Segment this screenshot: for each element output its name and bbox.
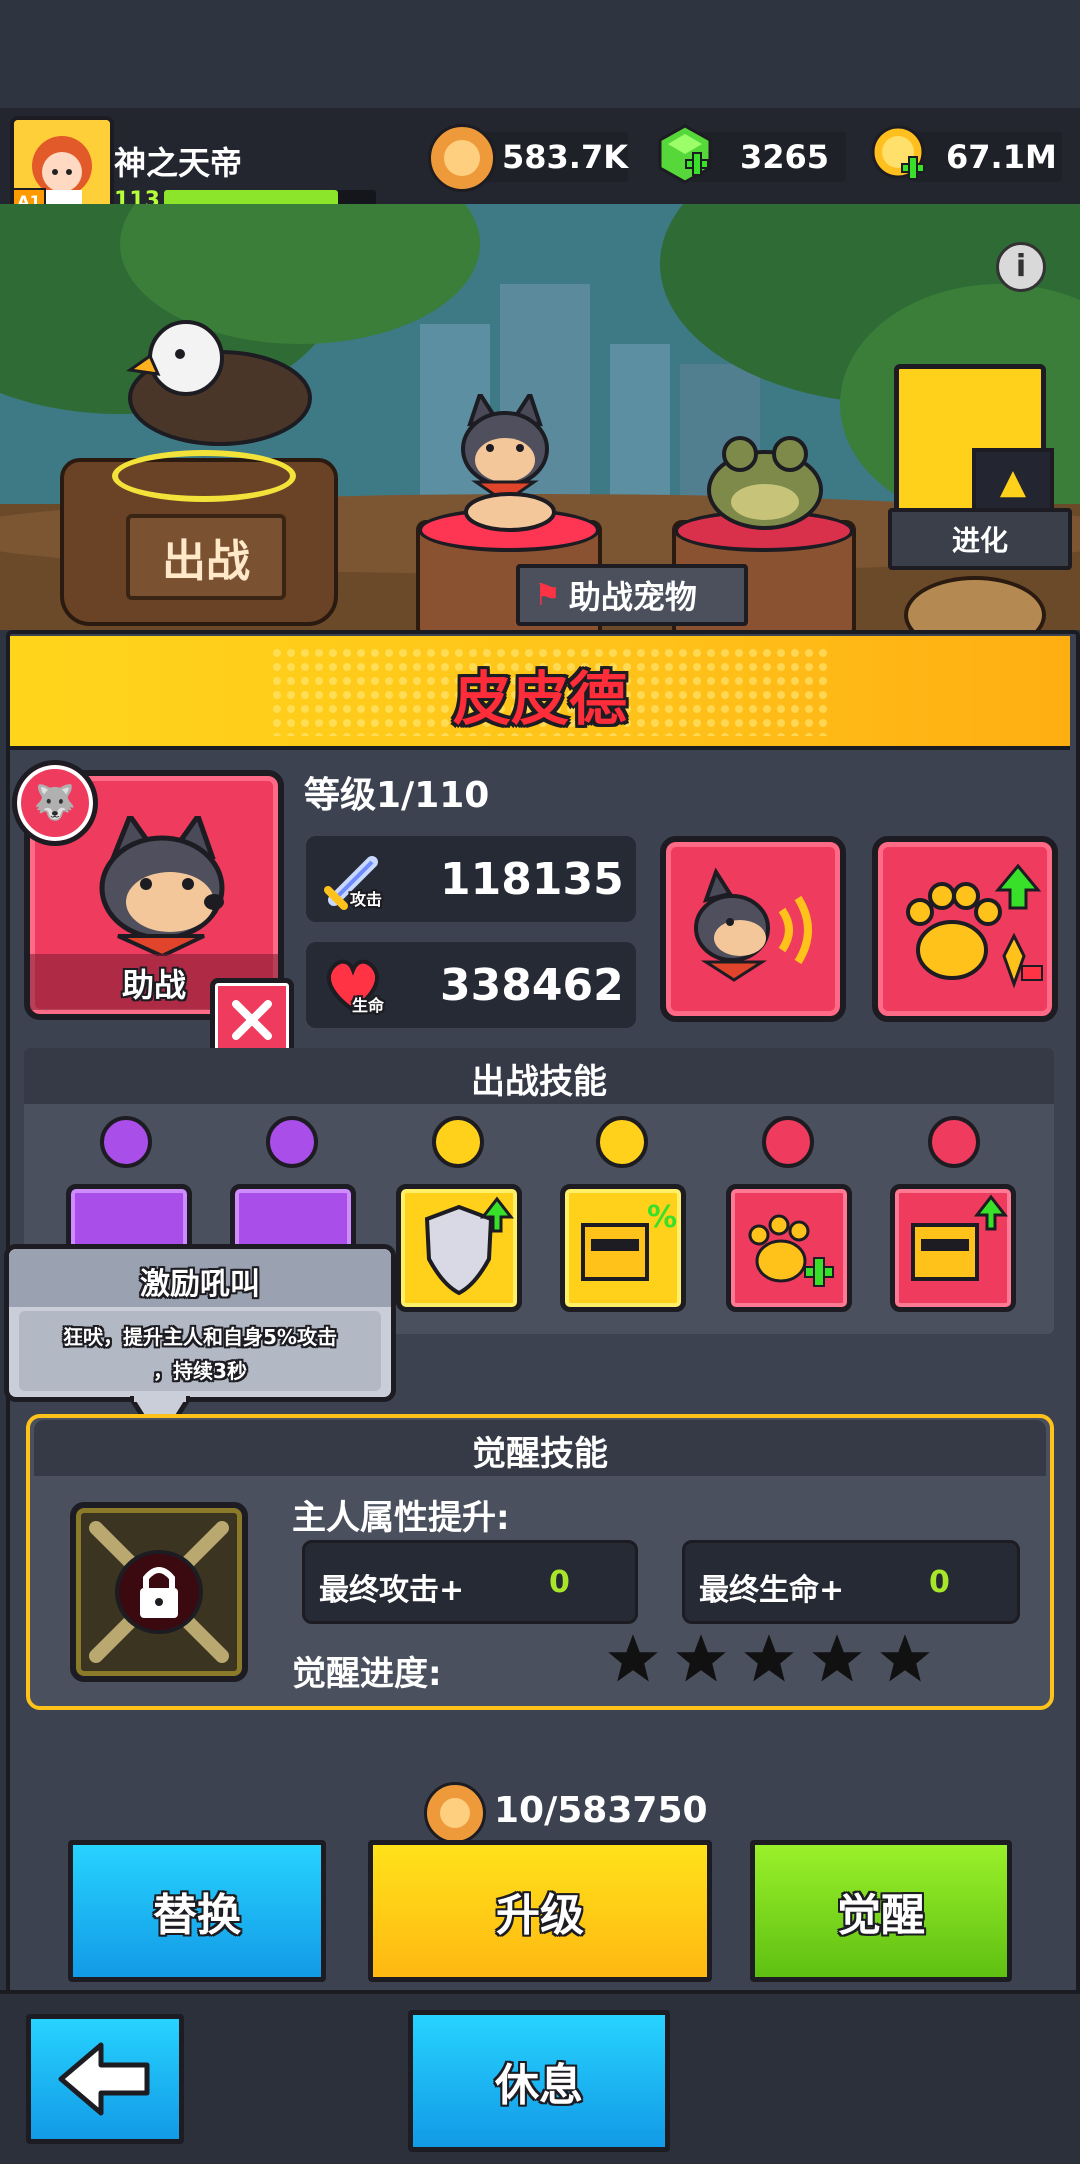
awaken-title: 觉醒技能 [472, 1434, 608, 1474]
assist-pets-label: 助战宠物 [568, 578, 697, 616]
armor-percent-icon: % [581, 1200, 677, 1281]
paw-attack-up-icon [906, 863, 1043, 989]
status-bar [0, 0, 1080, 108]
final-attack-box: 最终攻击+ 0 [302, 1540, 638, 1624]
final-hp-label: 最终生命+ [699, 1573, 845, 1608]
final-attack-label: 最终攻击+ [319, 1573, 465, 1608]
fang-lock-icon [89, 1521, 229, 1663]
awaken-skill-locked[interactable] [70, 1502, 248, 1682]
skill-tile-6[interactable] [890, 1184, 1016, 1312]
skill-3-refresh-icon [432, 1116, 484, 1168]
skill-1-refresh-icon [100, 1116, 152, 1168]
gem-plus-icon[interactable] [656, 124, 714, 186]
tooltip-title: 激励吼叫 [140, 1267, 260, 1302]
attack-stat-box: 攻击 118135 [306, 836, 636, 922]
pet-level-text: 等级1/110 [304, 775, 490, 816]
armor-up-icon [911, 1194, 1009, 1281]
gold-plus-icon[interactable] [870, 124, 930, 186]
star-icon [744, 1634, 794, 1682]
battle-sign-label: 出战 [162, 536, 250, 587]
roar-skill-button[interactable] [660, 836, 846, 1022]
hp-stat-box: 生命 338462 [306, 942, 636, 1028]
skill-5-refresh-icon [762, 1116, 814, 1168]
gem-value: 3265 [740, 138, 830, 176]
gold-value: 67.1M [946, 138, 1057, 176]
skill-tooltip: 激励吼叫 狂吠，提升主人和自身5%攻击 ，持续3秒 [4, 1244, 396, 1402]
lion-coin-value: 583.7K [502, 138, 629, 176]
rest-label: 休息 [495, 2060, 583, 2111]
lion-coin-icon [428, 124, 496, 192]
eagle-pet-icon[interactable] [100, 298, 320, 458]
star-icon [676, 1634, 726, 1682]
paw-upgrade-button[interactable] [872, 836, 1058, 1022]
pet-scene: i 出战 ▲ 进化 ⚑ 助战宠物 [0, 204, 1080, 630]
player-name: 神之天帝 [114, 144, 243, 182]
final-hp-value: 0 [929, 1565, 950, 1600]
awaken-progress-label: 觉醒进度: [292, 1654, 442, 1694]
hp-value: 338462 [440, 960, 624, 1011]
battle-sign[interactable]: 出战 [126, 514, 286, 600]
final-hp-box: 最终生命+ 0 [682, 1540, 1020, 1624]
pet-name-title: 皮皮德 [452, 665, 627, 733]
dog-pet-icon[interactable] [440, 394, 570, 534]
pet-name-banner: 皮皮德 [10, 636, 1070, 750]
upgrade-button[interactable]: 升级 [368, 1840, 712, 1982]
upgrade-label: 升级 [496, 1890, 584, 1941]
attack-icon-label: 攻击 [350, 890, 383, 909]
hp-icon-label: 生命 [352, 996, 385, 1015]
skill-4-refresh-icon [596, 1116, 648, 1168]
paw-heal-icon [748, 1214, 834, 1287]
star-icon [812, 1634, 862, 1682]
back-button[interactable] [26, 2014, 184, 2144]
skill-tile-3[interactable] [396, 1184, 522, 1312]
skill-2-refresh-icon [266, 1116, 318, 1168]
evolve-label: 进化 [951, 524, 1008, 557]
pet-type-badge-icon: 🐺 [12, 760, 98, 846]
svg-text:%: % [647, 1200, 677, 1235]
battle-skills-title: 出战技能 [471, 1062, 607, 1102]
lion-coin-cost-icon [424, 1782, 486, 1844]
back-arrow-icon [58, 2042, 150, 2116]
top-header: A1 神之天帝 113 583.7K 3265 67.1M [0, 108, 1080, 220]
awaken-button[interactable]: 觉醒 [750, 1840, 1012, 1982]
rest-button[interactable]: 休息 [408, 2010, 670, 2152]
evolve-label-box[interactable]: 进化 [888, 508, 1072, 570]
star-icon [608, 1634, 658, 1682]
evolve-arrow-icon: ▲ [972, 448, 1054, 516]
assist-pets-tab[interactable]: ⚑ 助战宠物 [516, 564, 748, 626]
tooltip-desc-line1: 狂吠，提升主人和自身5%攻击 [63, 1325, 337, 1349]
red-flag-icon: ⚑ [534, 577, 561, 613]
attack-value: 118135 [440, 854, 624, 905]
skill-tile-5[interactable] [726, 1184, 852, 1312]
shield-up-icon [424, 1196, 515, 1296]
dog-roar-icon [694, 867, 812, 982]
awaken-label: 觉醒 [837, 1890, 925, 1941]
awaken-stars [606, 1632, 936, 1696]
frog-pet-icon[interactable] [700, 424, 830, 534]
skill-6-refresh-icon [928, 1116, 980, 1168]
info-icon[interactable]: i [996, 242, 1046, 292]
final-attack-value: 0 [549, 1565, 570, 1600]
owner-boost-label: 主人属性提升: [292, 1498, 510, 1538]
upgrade-cost-text: 10/583750 [494, 1790, 708, 1831]
skill-tile-4[interactable]: % [560, 1184, 686, 1312]
swords-crossed-icon [232, 1000, 272, 1040]
replace-button[interactable]: 替换 [68, 1840, 326, 1982]
replace-label: 替换 [153, 1890, 241, 1941]
star-icon [880, 1634, 930, 1682]
tooltip-desc-line2: ，持续3秒 [153, 1359, 247, 1383]
dog-portrait-icon [99, 816, 225, 956]
